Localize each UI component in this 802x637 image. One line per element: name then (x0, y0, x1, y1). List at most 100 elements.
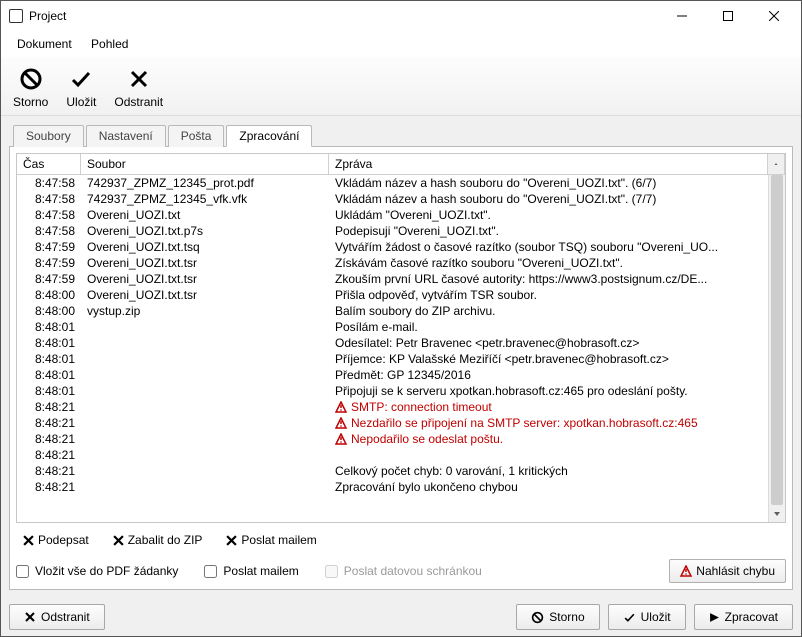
table-row[interactable]: 8:48:00vystup.zipBalím soubory do ZIP ar… (17, 303, 768, 319)
cell-message: Vkládám název a hash souboru do "Overeni… (329, 175, 768, 191)
cell-file (81, 447, 329, 463)
cell-time: 8:47:59 (17, 255, 81, 271)
col-cas[interactable]: Čas (17, 154, 81, 174)
cell-time: 8:48:00 (17, 303, 81, 319)
table-row[interactable]: 8:47:59Overeni_UOZI.txt.tsrZkouším první… (17, 271, 768, 287)
warning-icon (680, 565, 692, 577)
table-row[interactable]: 8:48:21 Nepodařilo se odeslat poštu. (17, 431, 768, 447)
table-row[interactable]: 8:47:58Overeni_UOZI.txtUkládám "Overeni_… (17, 207, 768, 223)
ulozit-tool[interactable]: Uložit (66, 65, 96, 109)
report-error-button[interactable]: Nahlásit chybu (669, 559, 786, 583)
odstranit-tool[interactable]: Odstranit (114, 65, 163, 109)
poslat-button[interactable]: Poslat mailem (219, 529, 323, 551)
check-mail[interactable]: Poslat mailem (204, 564, 298, 578)
cancel-icon (17, 65, 45, 93)
maximize-button[interactable] (705, 1, 751, 31)
warning-icon (335, 433, 347, 445)
check-pdf-box[interactable] (16, 565, 29, 578)
cell-message: Příjemce: KP Valašské Meziříčí <petr.bra… (329, 351, 768, 367)
cell-message: Balím soubory do ZIP archivu. (329, 303, 768, 319)
main-window: Project Dokument Pohled Storno Uložit Od… (0, 0, 802, 637)
panel-actions: Podepsat Zabalit do ZIP Poslat mailem (16, 529, 786, 551)
cell-message: Odesílatel: Petr Bravenec <petr.bravenec… (329, 335, 768, 351)
table-row[interactable]: 8:48:21Nezdařilo se připojení na SMTP se… (17, 415, 768, 431)
cell-message: Posílám e-mail. (329, 319, 768, 335)
cell-message: Získávám časové razítko souboru "Overeni… (329, 255, 768, 271)
cell-file: vystup.zip (81, 303, 329, 319)
tab-zpracovani[interactable]: Zpracování (226, 125, 312, 147)
cell-file: Overeni_UOZI.txt.tsr (81, 287, 329, 303)
scroll-up-button[interactable] (768, 154, 785, 174)
odstranit-label: Odstranit (114, 95, 163, 109)
cell-time: 8:48:21 (17, 431, 81, 447)
app-icon (9, 9, 23, 23)
cell-time: 8:48:21 (17, 399, 81, 415)
cell-time: 8:48:01 (17, 383, 81, 399)
check-datova-box (325, 565, 338, 578)
close-button[interactable] (751, 1, 797, 31)
table-row[interactable]: 8:47:58742937_ZPMZ_12345_prot.pdfVkládám… (17, 175, 768, 191)
cell-message: Nepodařilo se odeslat poštu. (329, 431, 768, 447)
scroll-thumb[interactable] (771, 175, 783, 505)
footer-zpracovat-button[interactable]: Zpracovat (694, 604, 793, 630)
table-row[interactable]: 8:48:01 Připojuji se k serveru xpotkan.ho… (17, 383, 768, 399)
cell-time: 8:48:21 (17, 463, 81, 479)
cell-file (81, 463, 329, 479)
table-row[interactable]: 8:48:21 (17, 447, 768, 463)
cell-message: Připojuji se k serveru xpotkan.hobrasoft… (329, 383, 768, 399)
tab-soubory[interactable]: Soubory (13, 125, 84, 147)
warning-icon (335, 417, 347, 429)
cell-time: 8:48:01 (17, 335, 81, 351)
table-row[interactable]: 8:47:59Overeni_UOZI.txt.tsqVytvářím žádo… (17, 239, 768, 255)
tabs: Soubory Nastavení Pošta Zpracování (13, 125, 793, 147)
cell-file (81, 351, 329, 367)
cell-file: 742937_ZPMZ_12345_prot.pdf (81, 175, 329, 191)
zabalit-button[interactable]: Zabalit do ZIP (106, 529, 210, 551)
cell-message: Nezdařilo se připojení na SMTP server: x… (329, 415, 768, 431)
cell-file (81, 399, 329, 415)
table-row[interactable]: 8:48:21 SMTP: connection timeout (17, 399, 768, 415)
table-row[interactable]: 8:48:01 Odesílatel: Petr Bravenec <petr.b… (17, 335, 768, 351)
titlebar: Project (1, 1, 801, 31)
cell-time: 8:47:59 (17, 271, 81, 287)
check-mail-box[interactable] (204, 565, 217, 578)
menu-dokument[interactable]: Dokument (9, 33, 80, 55)
table-row[interactable]: 8:48:01Předmět: GP 12345/2016 (17, 367, 768, 383)
cell-file (81, 319, 329, 335)
cell-message: Vkládám název a hash souboru do "Overeni… (329, 191, 768, 207)
cell-message: Přišla odpověď, vytvářím TSR soubor. (329, 287, 768, 303)
content-area: Soubory Nastavení Pošta Zpracování Čas S… (1, 116, 801, 598)
minimize-button[interactable] (659, 1, 705, 31)
window-title: Project (29, 9, 659, 23)
tab-nastaveni[interactable]: Nastavení (86, 125, 166, 147)
table-row[interactable]: 8:48:00Overeni_UOZI.txt.tsrPřišla odpově… (17, 287, 768, 303)
podepsat-button[interactable]: Podepsat (16, 529, 96, 551)
cell-message: SMTP: connection timeout (329, 399, 768, 415)
cell-file: Overeni_UOZI.txt.p7s (81, 223, 329, 239)
vertical-scrollbar[interactable] (768, 175, 785, 522)
cell-time: 8:48:21 (17, 447, 81, 463)
storno-tool[interactable]: Storno (13, 65, 48, 109)
col-soubor[interactable]: Soubor (81, 154, 329, 174)
cell-message: Celkový počet chyb: 0 varování, 1 kritic… (329, 463, 768, 479)
footer-odstranit-button[interactable]: Odstranit (9, 604, 105, 630)
table-row[interactable]: 8:47:59Overeni_UOZI.txt.tsrZískávám časo… (17, 255, 768, 271)
table-header: Čas Soubor Zpráva (17, 154, 785, 175)
table-row[interactable]: 8:48:01Posílám e-mail. (17, 319, 768, 335)
cell-time: 8:48:21 (17, 479, 81, 495)
menu-pohled[interactable]: Pohled (83, 33, 136, 55)
table-row[interactable]: 8:48:21Zpracování bylo ukončeno chybou (17, 479, 768, 495)
footer: Odstranit Storno Uložit Zpracovat (1, 598, 801, 636)
footer-ulozit-button[interactable]: Uložit (608, 604, 686, 630)
table-row[interactable]: 8:47:58742937_ZPMZ_12345_vfk.vfkVkládám … (17, 191, 768, 207)
table-row[interactable]: 8:48:01Příjemce: KP Valašské Meziříčí <p… (17, 351, 768, 367)
col-zprava[interactable]: Zpráva (329, 154, 768, 174)
cell-time: 8:48:01 (17, 367, 81, 383)
cell-message: Ukládám "Overeni_UOZI.txt". (329, 207, 768, 223)
footer-storno-button[interactable]: Storno (516, 604, 599, 630)
table-row[interactable]: 8:47:58Overeni_UOZI.txt.p7sPodepisuji "O… (17, 223, 768, 239)
check-pdf[interactable]: Vložit vše do PDF žádanky (16, 564, 178, 578)
scroll-down-button[interactable] (769, 505, 785, 522)
table-row[interactable]: 8:48:21 Celkový počet chyb: 0 varování, 1… (17, 463, 768, 479)
tab-posta[interactable]: Pošta (168, 125, 225, 147)
